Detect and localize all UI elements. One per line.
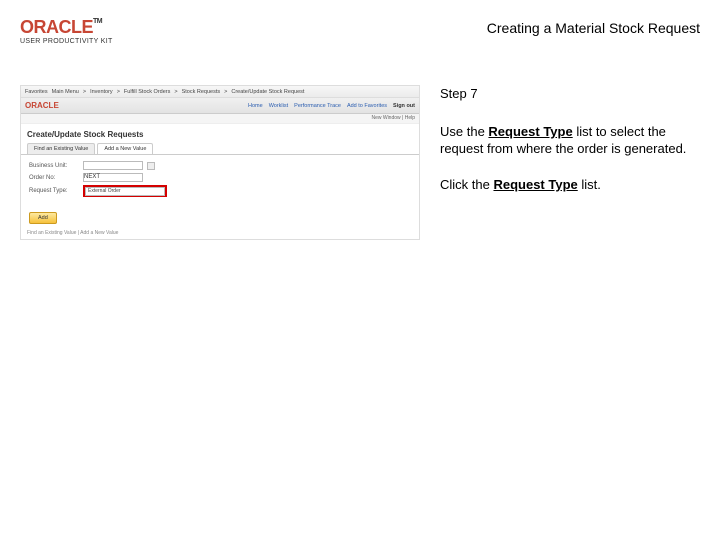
app-nav-links: Home Worklist Performance Trace Add to F… [248,103,415,109]
header: ORACLETM USER PRODUCTIVITY KIT Creating … [0,0,720,55]
breadcrumb-item: Favorites [25,89,48,95]
business-unit-input[interactable] [83,161,143,170]
order-no-row: Order No: NEXT [29,173,411,182]
breadcrumb-item: Create/Update Stock Request [231,89,304,95]
upk-subtitle: USER PRODUCTIVITY KIT [20,38,113,45]
breadcrumb-item: Stock Requests [182,89,221,95]
nav-link: Sign out [393,103,415,109]
instr-text: Use the [440,124,488,139]
nav-link: Worklist [269,103,288,109]
lookup-icon[interactable] [147,162,155,170]
nav-link: Home [248,103,263,109]
breadcrumb: Favorites Main Menu > Inventory > Fulfil… [21,86,419,98]
trademark: TM [93,18,102,25]
order-no-label: Order No: [29,175,79,181]
app-form: Business Unit: Order No: NEXT Request Ty… [21,155,419,206]
request-type-row: Request Type: External Order [29,185,411,197]
nav-link: Add to Favorites [347,103,387,109]
doc-title: Creating a Material Stock Request [487,20,700,36]
breadcrumb-item: Fulfill Stock Orders [124,89,170,95]
instruction-paragraph-1: Use the Request Type list to select the … [440,123,700,158]
instr-text: Click the [440,177,493,192]
app-logo: ORACLE [25,101,59,110]
instr-emphasis: Request Type [493,177,577,192]
tab-add-new[interactable]: Add a New Value [97,143,153,154]
request-type-label: Request Type: [29,188,79,194]
content-row: Favorites Main Menu > Inventory > Fulfil… [0,85,720,240]
step-label: Step 7 [440,85,700,103]
instr-emphasis: Request Type [488,124,572,139]
app-subbar: New Window | Help [21,114,419,124]
oracle-upk-logo: ORACLETM USER PRODUCTIVITY KIT [20,18,113,45]
request-type-highlight: External Order [83,185,167,197]
breadcrumb-item: Main Menu [52,89,79,95]
nav-link: Performance Trace [294,103,341,109]
business-unit-label: Business Unit: [29,163,79,169]
app-page-title: Create/Update Stock Requests [21,124,419,143]
breadcrumb-item: Inventory [90,89,113,95]
instruction-paragraph-2: Click the Request Type list. [440,176,700,194]
app-footer-links: Find an Existing Value | Add a New Value [27,230,118,236]
business-unit-row: Business Unit: [29,161,411,170]
order-no-input[interactable]: NEXT [83,173,143,182]
screenshot-column: Favorites Main Menu > Inventory > Fulfil… [20,85,420,240]
app-topbar: ORACLE Home Worklist Performance Trace A… [21,98,419,114]
app-tabs: Find an Existing Value Add a New Value [21,143,419,155]
request-type-select[interactable]: External Order [85,187,165,196]
oracle-logo: ORACLETM [20,18,113,36]
instr-text: list. [578,177,601,192]
instructions-column: Step 7 Use the Request Type list to sele… [440,85,700,240]
tab-find-existing[interactable]: Find an Existing Value [27,143,95,154]
app-screenshot: Favorites Main Menu > Inventory > Fulfil… [20,85,420,240]
oracle-logo-text: ORACLE [20,17,93,37]
add-button[interactable]: Add [29,212,57,224]
